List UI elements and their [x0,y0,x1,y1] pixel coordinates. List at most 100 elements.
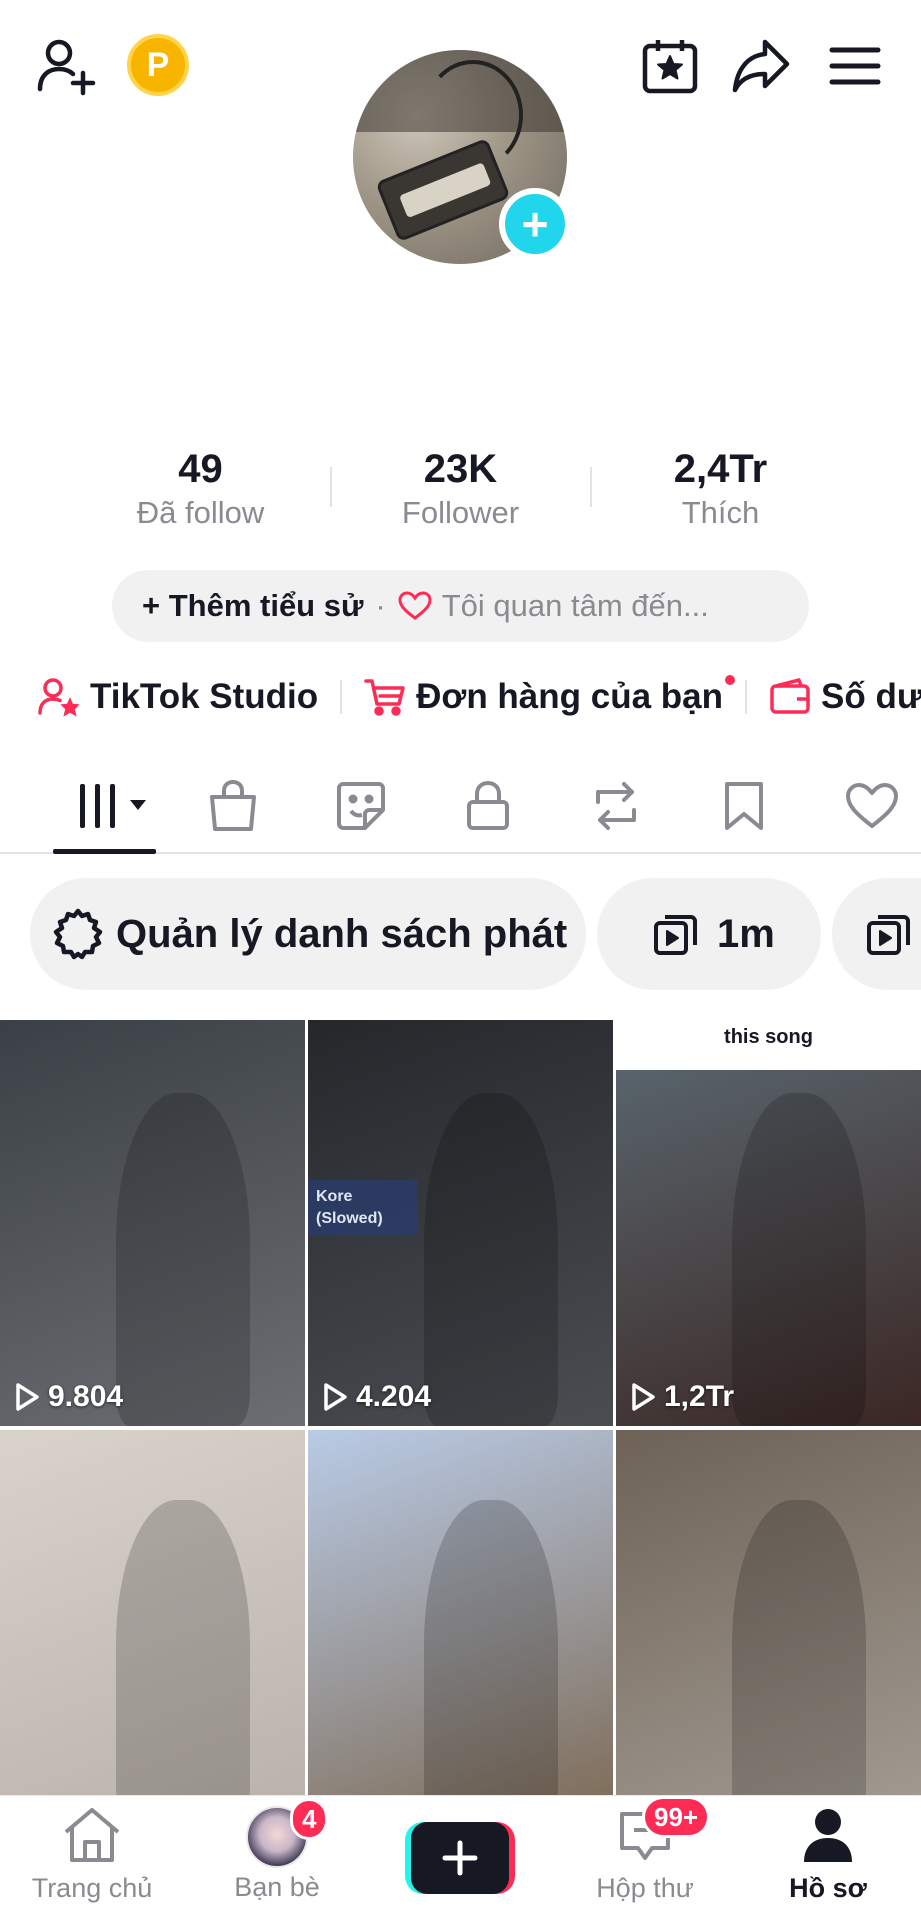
tab-reposts[interactable] [586,776,646,836]
playlist-icon [867,915,910,955]
add-friend-button[interactable] [34,34,98,98]
chip-label: Quản lý danh sách phát [116,911,568,956]
calendar-button[interactable] [640,36,700,96]
add-bio-label[interactable]: + Thêm tiểu sử [142,588,363,624]
sticker-icon [337,782,385,830]
nav-label: Bạn bè [234,1872,320,1902]
interest-placeholder[interactable]: Tôi quan tâm đến... [442,588,709,624]
grid-lines-icon [80,784,146,828]
tab-private[interactable] [458,776,518,836]
view-count: 4.204 [322,1380,431,1414]
cart-icon [364,679,405,716]
content-tabs [0,760,921,854]
create-button[interactable] [405,1822,515,1894]
menu-button[interactable] [826,40,884,92]
stat-value: 23K [423,447,498,491]
nav-profile[interactable]: Hồ sơ [743,1806,913,1904]
plus-icon: + [521,198,549,250]
share-button[interactable] [730,36,792,96]
video-thumbnail[interactable] [308,1430,613,1820]
shortcuts-row: TikTok Studio Đơn hàng của bạn Số dư [38,672,921,722]
stat-label: Thích [681,495,760,530]
thumbnail-figure [423,1500,559,1820]
profile-icon [804,1809,852,1862]
video-thumbnail[interactable]: this song 1,2Tr [616,1020,921,1426]
profile-avatar-container[interactable]: + [353,50,571,264]
shortcut-label: Số dư [821,677,921,716]
video-thumbnail[interactable] [0,1430,305,1820]
balance-link[interactable]: Số dư [769,677,921,717]
play-icon [16,1383,39,1411]
playlist-chip[interactable] [832,878,921,990]
stat-value: 2,4Tr [673,447,768,491]
thumbnail-caption: Kore (Slowed) [308,1180,418,1236]
nav-label: Trang chủ [31,1873,153,1903]
person-plus-icon [37,39,96,96]
tab-favorites[interactable] [714,776,774,836]
thumbnail-figure [731,1500,867,1820]
playlist-chip-1m[interactable]: 1m [597,878,821,990]
tab-videos[interactable] [72,776,152,836]
repost-icon [596,782,636,830]
inbox-badge: 99+ [642,1796,711,1838]
view-count: 9.804 [14,1380,123,1414]
tab-shop[interactable] [203,776,263,836]
bio-pill[interactable]: + Thêm tiểu sử · Tôi quan tâm đến... [112,570,809,642]
video-thumbnail[interactable]: Kore (Slowed) 4.204 [308,1020,613,1426]
stat-following[interactable]: 49 Đã follow [72,445,330,533]
nav-home[interactable]: Trang chủ [7,1806,177,1904]
view-count: 1,2Tr [630,1380,734,1414]
thumbnail-figure [423,1093,559,1426]
tiktok-studio-link[interactable]: TikTok Studio [38,677,318,717]
friends-badge: 4 [290,1798,329,1840]
stat-label: Follower [401,495,520,530]
coin-label: P [146,45,170,84]
nav-label: Hộp thư [596,1873,694,1903]
playlist-icon [654,915,697,955]
view-count-label: 4.204 [356,1380,432,1413]
wallet-icon [770,678,810,714]
play-icon [324,1383,347,1411]
bookmark-icon [725,782,763,830]
calendar-star-icon [642,40,698,94]
coin-button[interactable]: P [127,34,189,96]
heart-outline-icon [398,591,432,620]
shortcut-label: Đơn hàng của bạn [416,677,724,716]
separator: · [375,588,386,623]
chip-label: 1m [717,911,775,956]
thumbnail-figure [731,1093,867,1426]
tab-stickers[interactable] [331,776,391,836]
nav-friends[interactable]: Bạn bè 4 [192,1798,362,1903]
stat-likes[interactable]: 2,4Tr Thích [592,445,850,533]
video-thumbnail[interactable] [616,1430,921,1820]
play-icon [632,1383,655,1411]
bottom-navigation: Trang chủ Bạn bè 4 Hộp thư 99+ Hồ sơ [0,1795,921,1920]
orders-link[interactable]: Đơn hàng của bạn [364,675,736,717]
hamburger-menu-icon [829,47,881,85]
thumbnail-caption: this song [616,1020,921,1070]
notification-dot [725,675,736,685]
thumbnail-figure [115,1093,251,1426]
nav-inbox[interactable]: Hộp thư 99+ [560,1796,730,1904]
person-star-icon [38,678,80,717]
nav-label: Hồ sơ [789,1873,867,1903]
divider [745,680,748,714]
stat-followers[interactable]: 23K Follower [332,445,590,533]
plus-icon [411,1822,509,1894]
thumbnail-figure [115,1500,251,1820]
stat-label: Đã follow [136,495,265,530]
profile-stats: 49 Đã follow 23K Follower 2,4Tr Thích [0,445,921,533]
view-count-label: 9.804 [48,1380,124,1413]
gear-icon [53,908,103,960]
manage-playlists-chip[interactable]: Quản lý danh sách phát [30,878,586,990]
video-thumbnail[interactable]: 9.804 [0,1020,305,1426]
shopping-bag-icon [210,780,256,831]
share-arrow-icon [732,39,790,93]
heart-icon [846,783,898,828]
tab-liked[interactable] [842,776,902,836]
stat-value: 49 [178,447,223,491]
view-count-label: 1,2Tr [664,1380,735,1413]
add-avatar-button[interactable]: + [499,188,571,260]
shortcut-label: TikTok Studio [90,677,319,716]
active-tab-indicator [53,849,156,854]
